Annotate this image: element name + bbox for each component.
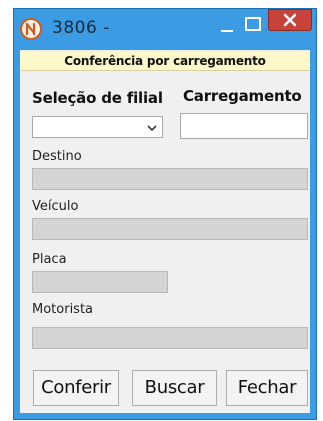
chevron-down-icon (146, 120, 158, 134)
app-logo-icon (20, 18, 42, 40)
veiculo-label: Veículo (32, 199, 79, 214)
buscar-button[interactable]: Buscar (132, 370, 217, 406)
conferir-button[interactable]: Conferir (33, 370, 119, 406)
form-header: Conferência por carregamento (20, 52, 310, 71)
close-icon[interactable] (268, 9, 312, 31)
app-window: 3806 - Conferência por carregamento Sele… (13, 8, 317, 420)
placa-field (32, 271, 168, 293)
motorista-field (32, 327, 308, 349)
veiculo-field (32, 218, 308, 240)
filial-select[interactable] (32, 116, 163, 138)
window-title: 3806 - (52, 18, 110, 38)
destino-field (32, 168, 308, 190)
minimize-icon[interactable] (214, 19, 240, 35)
maximize-icon[interactable] (242, 15, 264, 35)
form-panel: Conferência por carregamento Seleção de … (20, 50, 310, 413)
motorista-label: Motorista (32, 302, 94, 317)
carregamento-input[interactable] (180, 113, 308, 139)
destino-label: Destino (32, 149, 82, 164)
carregamento-label: Carregamento (183, 87, 302, 105)
placa-label: Placa (32, 252, 67, 267)
title-bar[interactable]: 3806 - (14, 9, 316, 50)
filial-label: Seleção de filial (32, 89, 163, 107)
fechar-button[interactable]: Fechar (226, 370, 308, 406)
